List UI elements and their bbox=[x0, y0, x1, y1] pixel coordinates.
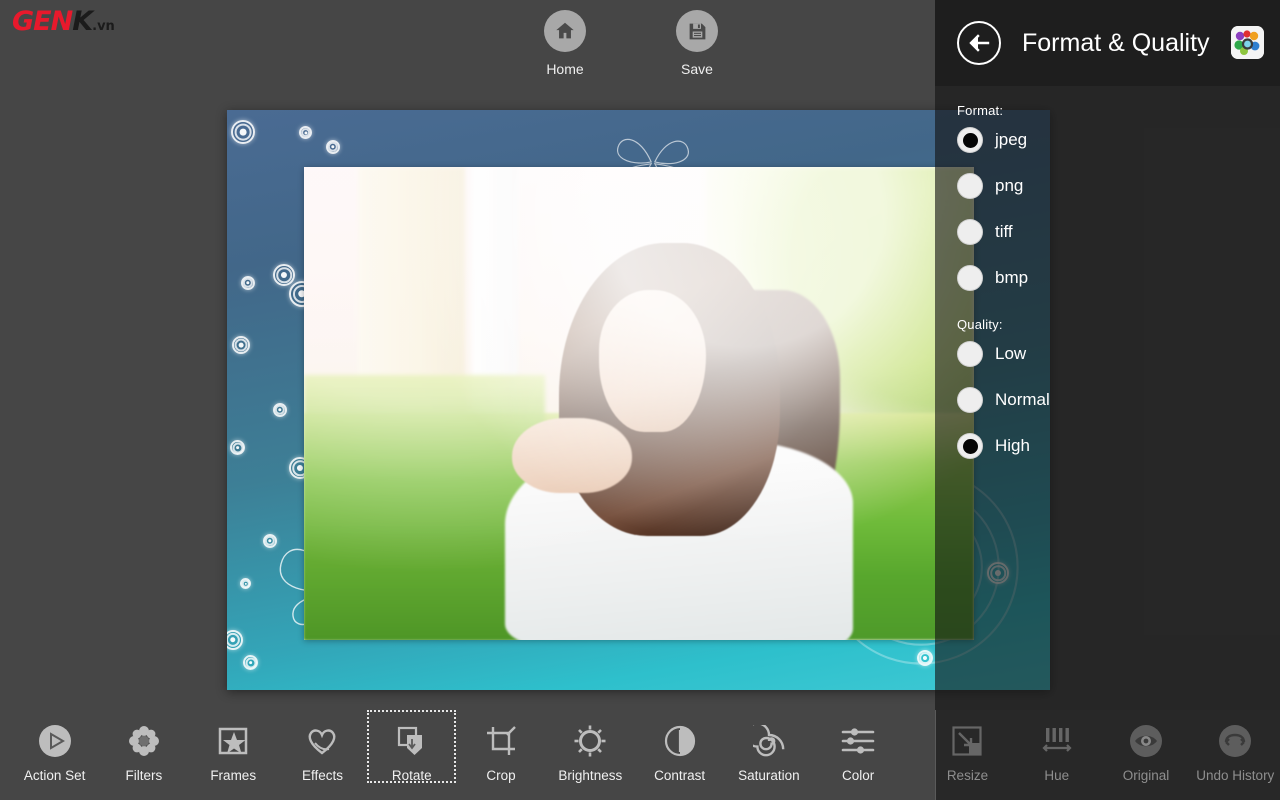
rotate-icon bbox=[367, 722, 456, 760]
ring-decoration bbox=[243, 655, 258, 670]
sliders-icon bbox=[814, 722, 903, 760]
top-toolbar: GENK.vn Home Save bbox=[0, 0, 935, 88]
home-button[interactable]: Home bbox=[520, 10, 610, 77]
quality-option-low[interactable]: Low bbox=[957, 341, 1026, 367]
radio-tiff[interactable] bbox=[957, 219, 983, 245]
contrast-circle-icon bbox=[635, 722, 724, 760]
tool-color[interactable]: Color bbox=[814, 710, 903, 783]
home-icon bbox=[544, 10, 586, 52]
logo-vn: .vn bbox=[92, 19, 115, 34]
tool-crop[interactable]: Crop bbox=[456, 710, 545, 783]
flower-icon bbox=[99, 722, 188, 760]
ring-decoration bbox=[241, 276, 255, 290]
ring-decoration bbox=[232, 336, 250, 354]
logo-gen: GEN bbox=[12, 6, 73, 37]
tool-label: Filters bbox=[125, 768, 163, 783]
ring-decoration bbox=[227, 630, 243, 650]
ring-decoration bbox=[240, 578, 251, 589]
ring-decoration bbox=[273, 264, 295, 286]
format-option-png[interactable]: png bbox=[957, 173, 1023, 199]
radio-high[interactable] bbox=[957, 433, 983, 459]
quality-option-low-label: Low bbox=[995, 344, 1027, 363]
tool-filters[interactable]: Filters bbox=[99, 710, 188, 783]
panel-title: Format & Quality bbox=[1022, 28, 1210, 57]
quality-section-label: Quality: bbox=[957, 317, 1003, 332]
tool-rotate[interactable]: Rotate bbox=[367, 710, 457, 783]
format-option-bmp-label: bmp bbox=[995, 268, 1029, 287]
play-circle-icon bbox=[10, 722, 99, 760]
radio-bmp[interactable] bbox=[957, 265, 983, 291]
quality-option-normal-label: Normal bbox=[995, 390, 1050, 409]
tool-effects[interactable]: Effects bbox=[278, 710, 367, 783]
quality-option-high-label: High bbox=[995, 436, 1030, 455]
quality-option-high[interactable]: High bbox=[957, 433, 1030, 459]
radio-jpeg[interactable] bbox=[957, 127, 983, 153]
frame-star-icon bbox=[189, 722, 278, 760]
tool-action-set[interactable]: Action Set bbox=[10, 710, 99, 783]
save-button-label: Save bbox=[681, 61, 713, 77]
ring-decoration bbox=[273, 403, 287, 417]
tool-contrast[interactable]: Contrast bbox=[635, 710, 724, 783]
tool-brightness[interactable]: Brightness bbox=[546, 710, 635, 783]
home-button-label: Home bbox=[546, 61, 584, 77]
tool-frames[interactable]: Frames bbox=[189, 710, 278, 783]
radio-low[interactable] bbox=[957, 341, 983, 367]
tool-saturation[interactable]: Saturation bbox=[724, 710, 813, 783]
crop-icon bbox=[456, 722, 545, 760]
radio-png[interactable] bbox=[957, 173, 983, 199]
format-option-jpeg-label: jpeg bbox=[995, 130, 1028, 149]
save-floppy-icon bbox=[676, 10, 718, 52]
tool-label: Color bbox=[842, 768, 875, 783]
top-buttons: Home Save bbox=[520, 10, 742, 77]
back-arrow-icon[interactable] bbox=[957, 21, 1001, 65]
tool-label: Contrast bbox=[654, 768, 706, 783]
format-section-label: Format: bbox=[957, 103, 1004, 118]
tool-label: Brightness bbox=[558, 768, 623, 783]
tool-label: Action Set bbox=[23, 768, 86, 783]
format-quality-panel: Format & Quality Format: jpeg png tiff b… bbox=[935, 0, 1280, 800]
format-option-tiff[interactable]: tiff bbox=[957, 219, 1013, 245]
photo-editor-app: GENK.vn Home Save Format & Quality Forma… bbox=[0, 0, 1280, 800]
genk-logo: GENK.vn bbox=[12, 8, 115, 35]
tool-label: Rotate bbox=[391, 768, 432, 783]
heart-icon bbox=[278, 722, 367, 760]
radio-normal[interactable] bbox=[957, 387, 983, 413]
tool-label: Saturation bbox=[738, 768, 800, 783]
format-option-bmp[interactable]: bmp bbox=[957, 265, 1028, 291]
panel-header: Format & Quality bbox=[935, 0, 1280, 86]
quality-option-normal[interactable]: Normal bbox=[957, 387, 1050, 413]
inner-photograph bbox=[304, 167, 974, 640]
ring-decoration bbox=[299, 126, 312, 139]
ring-decoration bbox=[326, 140, 340, 154]
ring-decoration bbox=[231, 120, 255, 144]
spiral-icon bbox=[724, 722, 813, 760]
tool-label: Crop bbox=[486, 768, 516, 783]
save-button[interactable]: Save bbox=[652, 10, 742, 77]
app-logo-icon[interactable] bbox=[1231, 26, 1264, 59]
framed-photo[interactable] bbox=[227, 110, 1050, 690]
sun-icon bbox=[546, 722, 635, 760]
tool-label: Effects bbox=[301, 768, 343, 783]
format-option-jpeg[interactable]: jpeg bbox=[957, 127, 1027, 153]
logo-k: K bbox=[72, 6, 93, 37]
panel-body: Format: jpeg png tiff bmp Quality: Low N… bbox=[935, 86, 1280, 710]
format-option-png-label: png bbox=[995, 176, 1024, 195]
ring-decoration bbox=[230, 440, 245, 455]
tool-label: Frames bbox=[210, 768, 257, 783]
format-option-tiff-label: tiff bbox=[995, 222, 1013, 241]
